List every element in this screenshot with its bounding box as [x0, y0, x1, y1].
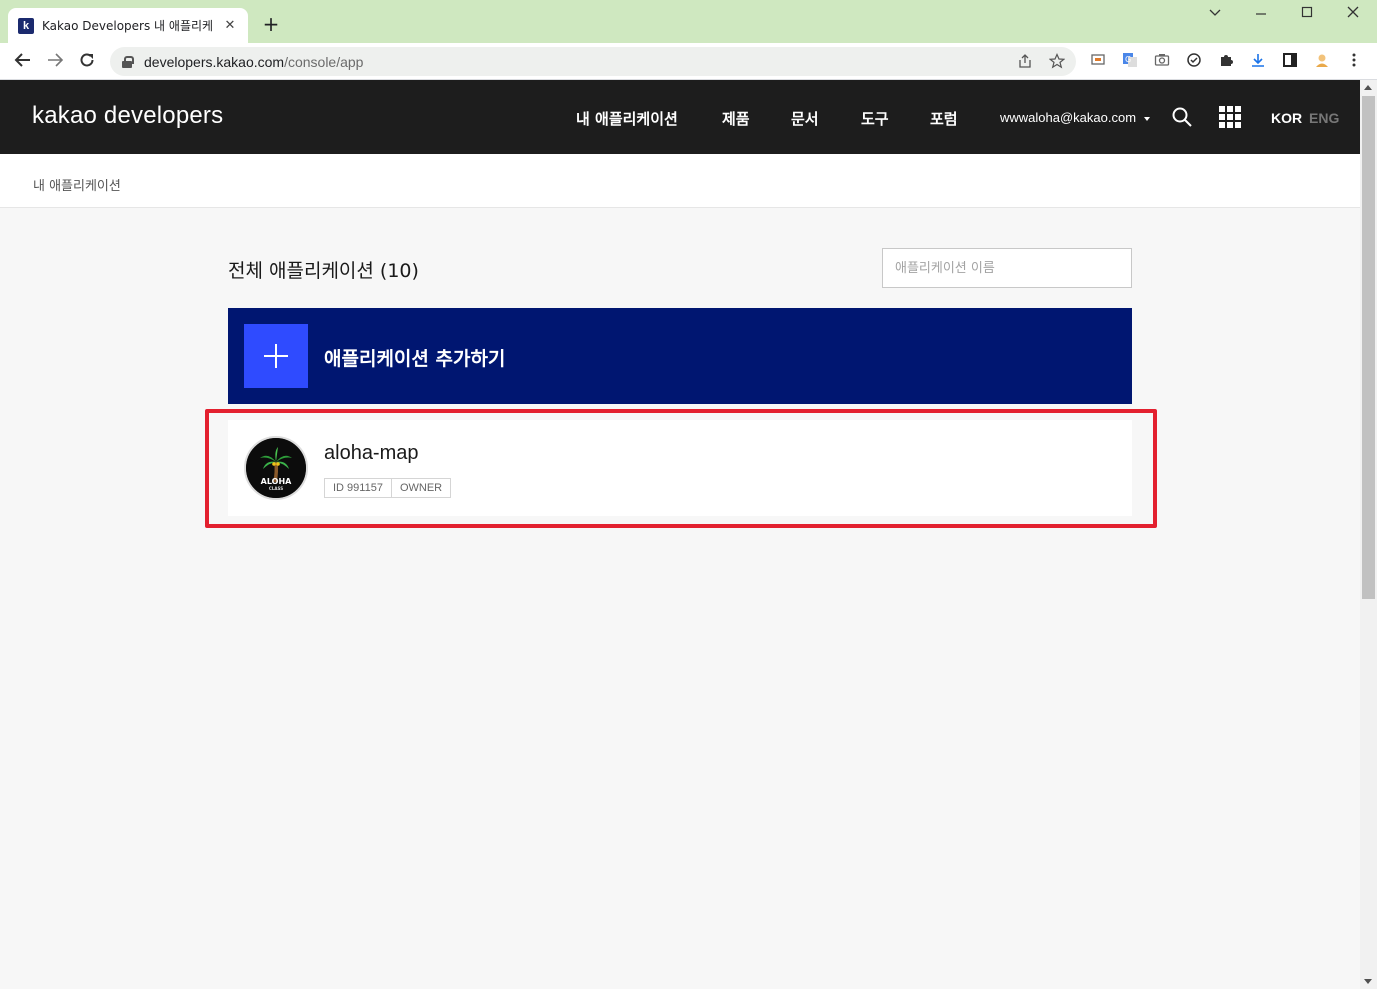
- browser-tab-strip: k Kakao Developers 내 애플리케이션 ✕ +: [0, 0, 1377, 43]
- app-search-input[interactable]: [882, 248, 1132, 288]
- scroll-down-arrow-icon[interactable]: [1364, 979, 1372, 984]
- app-id-tag: ID 991157: [324, 478, 392, 498]
- app-logo-palm-tree-icon: ALOHA CLASS: [244, 436, 308, 500]
- breadcrumb-bar: 내 애플리케이션: [0, 154, 1360, 208]
- language-eng[interactable]: ENG: [1309, 110, 1339, 126]
- download-icon[interactable]: [1248, 52, 1268, 72]
- side-panel-icon[interactable]: [1280, 52, 1300, 72]
- app-logo-subtext: CLASS: [268, 486, 284, 491]
- browser-menu-icon[interactable]: [1344, 52, 1364, 72]
- lock-icon[interactable]: [122, 55, 134, 68]
- apps-grid-icon[interactable]: [1219, 106, 1241, 128]
- bookmark-star-icon[interactable]: [1048, 53, 1066, 71]
- nav-forum[interactable]: 포럼: [930, 108, 958, 129]
- svg-text:G: G: [1125, 55, 1131, 64]
- page-scrollbar[interactable]: [1360, 80, 1377, 989]
- app-logo-text: ALOHA: [260, 477, 292, 486]
- maximize-icon[interactable]: [1292, 6, 1322, 26]
- back-arrow-icon[interactable]: [12, 51, 34, 73]
- add-application-label: 애플리케이션 추가하기: [324, 348, 506, 370]
- sync-extension-icon[interactable]: [1184, 52, 1204, 72]
- app-card-aloha-map[interactable]: ALOHA CLASS aloha-map ID 991157 OWNER: [228, 420, 1132, 516]
- extensions-puzzle-icon[interactable]: [1216, 52, 1236, 72]
- url-host: developers.kakao.com: [144, 53, 285, 70]
- translate-icon[interactable]: G: [1120, 52, 1140, 72]
- forward-arrow-icon[interactable]: [44, 51, 66, 73]
- tab-close-icon[interactable]: ✕: [222, 18, 238, 33]
- scrollbar-thumb[interactable]: [1362, 96, 1375, 599]
- tab-search-chevron-icon[interactable]: [1200, 6, 1230, 26]
- plus-icon: [244, 324, 308, 388]
- new-tab-icon[interactable]: +: [260, 13, 282, 35]
- reload-icon[interactable]: [76, 51, 98, 73]
- minimize-icon[interactable]: [1246, 6, 1276, 26]
- language-kor[interactable]: KOR: [1271, 110, 1302, 126]
- nav-tools[interactable]: 도구: [861, 108, 889, 129]
- tab-title: Kakao Developers 내 애플리케이션: [42, 19, 212, 33]
- caret-down-icon: [1143, 116, 1150, 121]
- breadcrumb[interactable]: 내 애플리케이션: [33, 175, 121, 194]
- browser-tab[interactable]: k Kakao Developers 내 애플리케이션 ✕: [8, 8, 248, 43]
- app-role-tag: OWNER: [391, 478, 452, 498]
- share-icon[interactable]: [1016, 53, 1034, 71]
- address-bar[interactable]: developers.kakao.com/console/app: [110, 47, 1076, 76]
- kakao-developers-logo[interactable]: kakao developers: [32, 102, 223, 130]
- camera-icon[interactable]: [1152, 52, 1172, 72]
- page-title: 전체 애플리케이션 (10): [228, 260, 419, 282]
- profile-avatar-icon[interactable]: [1312, 52, 1332, 72]
- nav-my-applications[interactable]: 내 애플리케이션: [576, 108, 678, 129]
- nav-products[interactable]: 제품: [722, 108, 750, 129]
- nav-docs[interactable]: 문서: [791, 108, 819, 129]
- site-header: kakao developers 내 애플리케이션 제품 문서 도구 포럼 ww…: [0, 80, 1360, 154]
- window-close-icon[interactable]: [1338, 6, 1368, 26]
- app-tags: ID 991157 OWNER: [324, 478, 452, 498]
- scroll-up-arrow-icon[interactable]: [1364, 85, 1372, 90]
- account-email: wwwaloha@kakao.com: [1000, 110, 1137, 125]
- search-icon[interactable]: [1172, 107, 1192, 127]
- account-menu[interactable]: wwwaloha@kakao.com: [1000, 110, 1150, 125]
- add-application-button[interactable]: 애플리케이션 추가하기: [228, 308, 1132, 404]
- kakao-favicon-icon: k: [18, 17, 34, 34]
- url-path: /console/app: [284, 53, 364, 70]
- cast-icon[interactable]: [1088, 52, 1108, 72]
- app-name[interactable]: aloha-map: [324, 442, 419, 465]
